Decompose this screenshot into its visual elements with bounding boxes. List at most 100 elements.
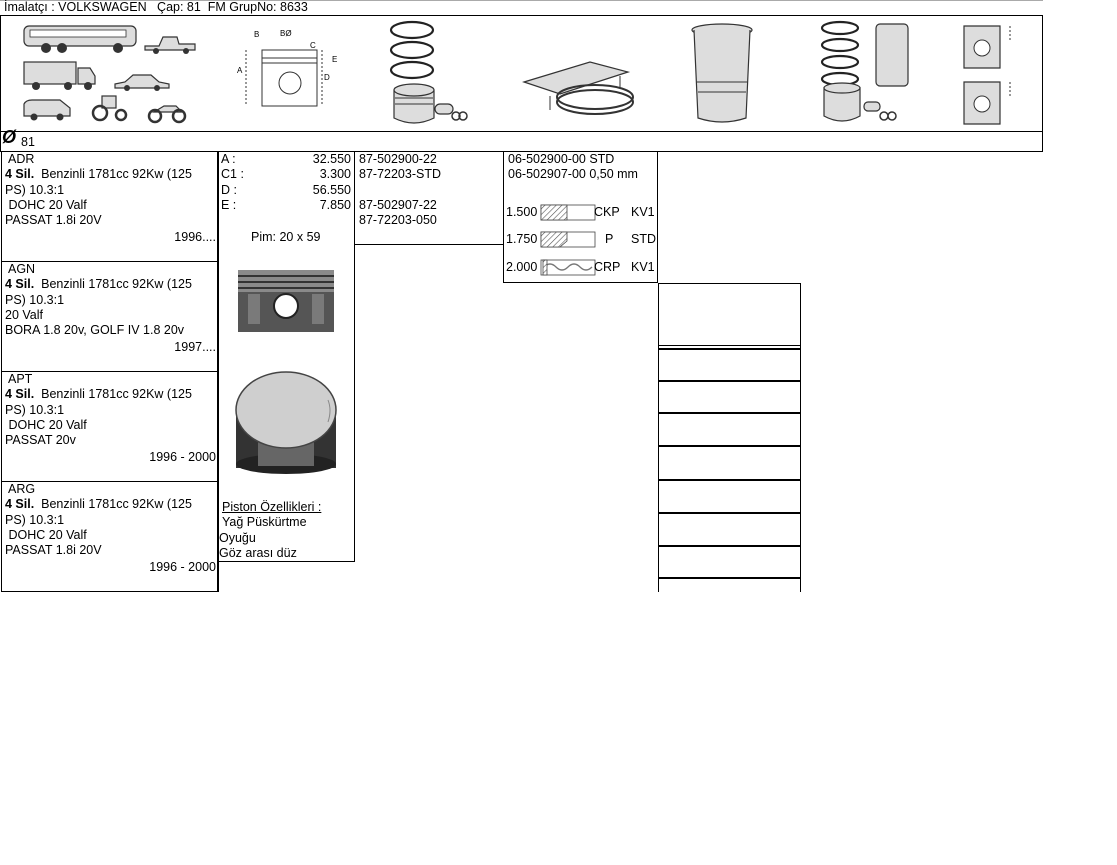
engine-block-2: AGN 4 Sil. Benzinli 1781cc 92Kw (125 PS)… — [1, 261, 219, 372]
dimensions-panel: A : 32.550 C1 : 3.300 D : 56.550 E : 7.8… — [218, 151, 355, 562]
dim-value-d: 56.550 — [312, 183, 351, 197]
ring-grade-1: KV1 — [631, 205, 655, 219]
cylinder-count: 4 Sil. — [5, 277, 35, 291]
engine-spec-line: 4 Sil. Benzinli 1781cc 92Kw (125 — [5, 167, 192, 183]
diameter-value: 81 — [21, 135, 35, 149]
grid-rule — [658, 348, 801, 350]
grid-vertical-left — [658, 346, 659, 592]
tractor-icon — [91, 95, 128, 122]
engine-spec-line: 4 Sil. Benzinli 1781cc 92Kw (125 — [5, 277, 192, 293]
dimension-diagram-icon: B BØ C E A D — [237, 29, 337, 107]
engine-block-3: APT 4 Sil. Benzinli 1781cc 92Kw (125 PS)… — [1, 371, 219, 482]
car-icon — [114, 74, 170, 91]
diameter-row — [0, 131, 1043, 152]
engine-spec-2: PS) 10.3:1 — [5, 183, 65, 197]
compression-ring-second-icon — [540, 231, 596, 248]
engine-code: APT — [8, 372, 33, 386]
engine-years: 1996.... — [174, 230, 216, 244]
ring-set-panel: 06-502900-00 STD 06-502907-00 0,50 mm 1.… — [503, 151, 658, 283]
header-title: İmalatçı : VOLKSWAGEN Çap: 81 FM GrupNo:… — [4, 0, 308, 14]
engine-valve: 20 Valf — [5, 308, 43, 322]
cylinder-count: 4 Sil. — [5, 167, 35, 181]
engine-spec-line: 4 Sil. Benzinli 1781cc 92Kw (125 — [5, 387, 192, 403]
engine-spec: Benzinli 1781cc 92Kw (125 — [41, 277, 192, 291]
piston-rings-icon — [389, 20, 435, 80]
grid-rule — [658, 577, 801, 579]
ring-set-1: 06-502900-00 STD — [508, 152, 615, 166]
engine-years: 1996 - 2000 — [149, 560, 216, 574]
engine-spec-2: PS) 10.3:1 — [5, 513, 65, 527]
part-number-1: 87-502900-22 — [359, 152, 437, 166]
engine-years: 1996 - 2000 — [149, 450, 216, 464]
van-icon — [23, 99, 71, 121]
engine-spec-2: PS) 10.3:1 — [5, 403, 65, 417]
dim-label-d: D : — [221, 183, 237, 197]
dim-value-c1: 3.300 — [319, 167, 351, 181]
bus-icon — [23, 25, 137, 53]
svg-text:BØ: BØ — [280, 29, 292, 38]
engine-spec-2: PS) 10.3:1 — [5, 293, 65, 307]
oil-ring-icon — [540, 259, 596, 276]
engine-code: AGN — [8, 262, 36, 276]
cylinder-count: 4 Sil. — [5, 387, 35, 401]
ring-type-3: CRP — [594, 260, 621, 274]
pin-size: Pim: 20 x 59 — [251, 230, 321, 244]
engine-spec: Benzinli 1781cc 92Kw (125 — [41, 167, 192, 181]
ring-grade-3: KV1 — [631, 260, 655, 274]
engine-model: PASSAT 1.8i 20V — [5, 213, 102, 227]
engine-model: PASSAT 20v — [5, 433, 76, 447]
engine-spec: Benzinli 1781cc 92Kw (125 — [41, 497, 192, 511]
engine-model: BORA 1.8 20v, GOLF IV 1.8 20v — [5, 323, 185, 337]
ring-type-1: CKP — [594, 205, 620, 219]
ring-type-2: P — [605, 232, 614, 246]
piston-features-title: Piston Özellikleri : — [222, 500, 322, 514]
dim-label-a: A : — [221, 152, 236, 166]
ring-thickness-1: 1.500 — [506, 205, 538, 219]
grid-rule — [658, 545, 801, 547]
cylinder-count: 4 Sil. — [5, 497, 35, 511]
grid-rule — [658, 445, 801, 447]
diameter-symbol: Ø — [2, 127, 17, 147]
grid-rule — [658, 512, 801, 514]
engine-spec: Benzinli 1781cc 92Kw (125 — [41, 387, 192, 401]
dim-label-c1: C1 : — [221, 167, 244, 181]
svg-text:D: D — [324, 73, 330, 82]
piston-crown-photo — [235, 371, 337, 474]
grid-rule — [658, 479, 801, 481]
ring-thickness-2: 1.750 — [506, 232, 538, 246]
engine-model: PASSAT 1.8i 20V — [5, 543, 102, 557]
piston-section-icon — [963, 25, 1011, 125]
grid-rule — [658, 412, 801, 414]
engine-code: ADR — [8, 152, 35, 166]
piston-feature-3: Göz arası düz — [219, 546, 297, 560]
compression-ring-top-icon — [540, 204, 596, 221]
engine-code: ARG — [8, 482, 36, 496]
svg-text:B: B — [254, 30, 259, 39]
ring-thickness-3: 2.000 — [506, 260, 538, 274]
part-number-3: 87-502907-22 — [359, 198, 437, 212]
ring-set-2: 06-502907-00 0,50 mm — [508, 167, 638, 181]
pickup-truck-icon — [144, 36, 196, 54]
motorcycle-icon — [147, 105, 187, 124]
piston-pin-icon — [393, 83, 468, 124]
ring-compressor-icon — [522, 61, 634, 115]
truck-icon — [23, 61, 96, 90]
cylinder-liner-icon — [691, 23, 753, 123]
part-numbers-panel: 87-502900-22 87-72203-STD 87-502907-22 8… — [354, 151, 504, 245]
empty-cell — [658, 283, 801, 346]
grid-rule — [658, 380, 801, 382]
grid-vertical-right — [800, 346, 801, 592]
engine-block-4: ARG 4 Sil. Benzinli 1781cc 92Kw (125 PS)… — [1, 481, 219, 592]
part-number-4: 87-72203-050 — [359, 213, 437, 227]
ring-grade-2: STD — [631, 232, 656, 246]
engine-block-1: ADR 4 Sil. Benzinli 1781cc 92Kw (125 PS)… — [1, 151, 219, 262]
piston-kit-icon — [820, 20, 909, 122]
engine-spec-line: 4 Sil. Benzinli 1781cc 92Kw (125 — [5, 497, 192, 513]
svg-text:C: C — [310, 41, 316, 50]
dim-value-e: 7.850 — [319, 198, 351, 212]
engine-years: 1997.... — [174, 340, 216, 354]
dim-label-e: E : — [221, 198, 237, 212]
piston-side-photo — [238, 270, 334, 332]
piston-feature-1: Yağ Püskürtme — [222, 515, 307, 529]
part-number-2: 87-72203-STD — [359, 167, 441, 181]
